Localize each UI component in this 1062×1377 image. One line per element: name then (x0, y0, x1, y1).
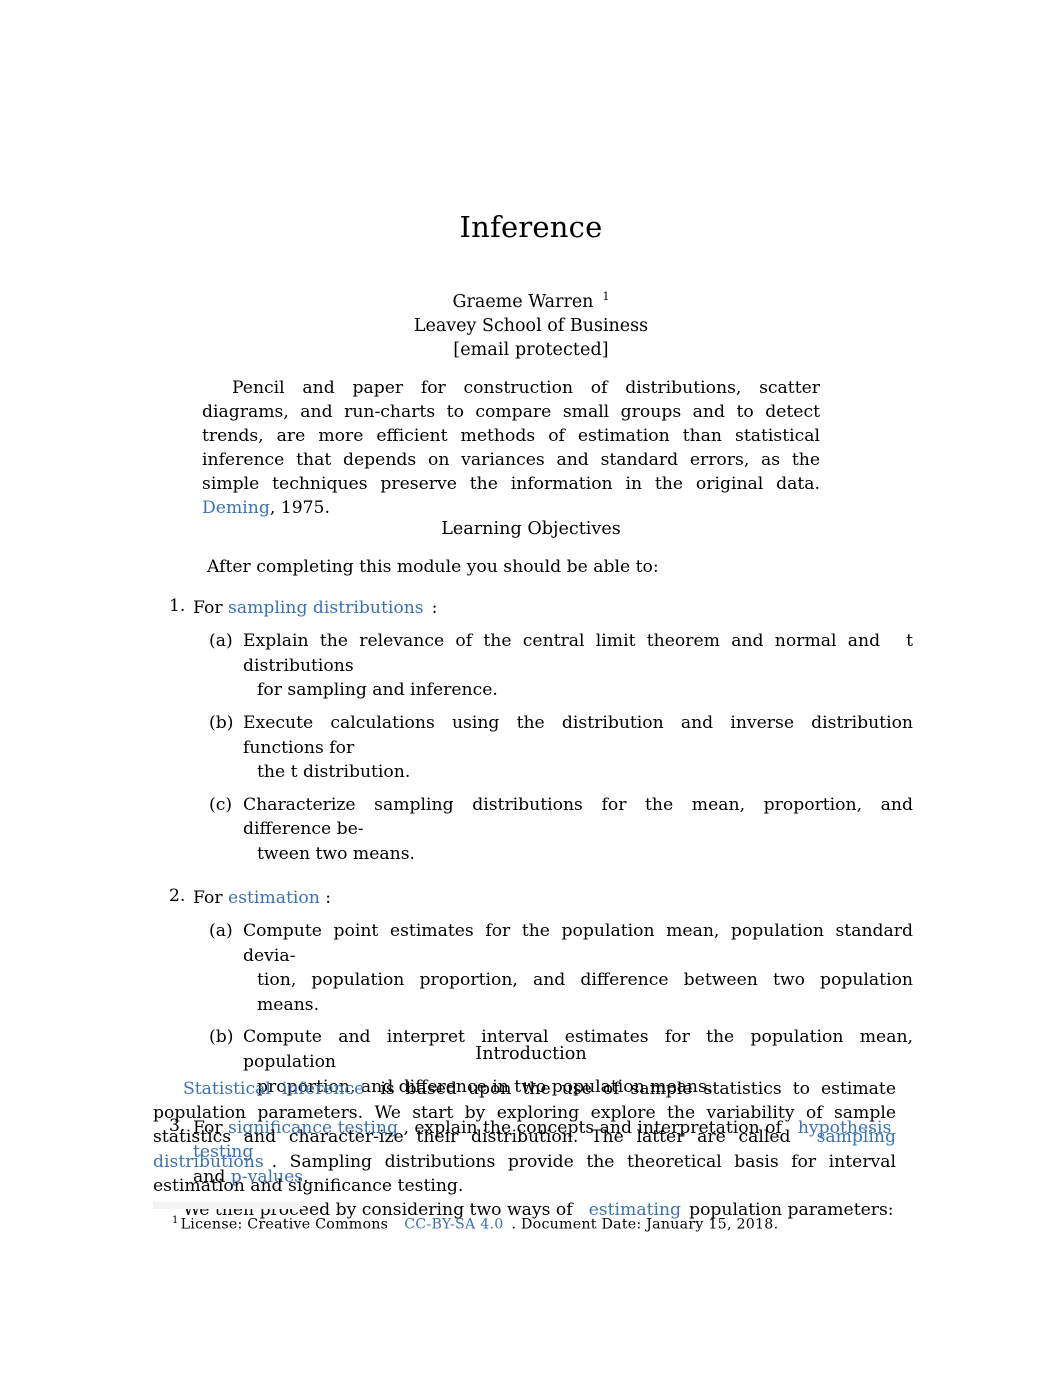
introduction-paragraph-1: Statistical inference is based upon the u… (153, 1077, 896, 1198)
lo-item-1-text: For sampling distributions: (193, 598, 437, 618)
lo-subitem-1a-continuation: for sampling and inference. (257, 680, 498, 701)
lo-subitem-1b-continuation: the t distribution. (243, 760, 913, 785)
abstract-block: Pencil and paper for construction of dis… (202, 376, 820, 521)
learning-objectives-lead-in: After completing this module you should … (207, 557, 659, 577)
document-page: Inference Graeme Warren 1 Leavey School o… (0, 0, 1062, 1377)
lo-item-2: 2. For estimation : (a) Compute point es… (153, 886, 913, 1099)
author-email: [email protected] (453, 340, 609, 361)
lo-subitem-1b-math: t (290, 762, 298, 783)
lo-item-2-prefix: For (193, 887, 223, 908)
lo-subitem-1b: (b) Execute calculations using the distr… (193, 711, 913, 785)
lo-item-2-text: For estimation : (193, 888, 331, 908)
footnote: 1 License: Creative Commons CC-BY-SA 4.0 . … (172, 1211, 778, 1235)
footnote-text-2: . Document Date: January 15, 2018. (511, 1216, 779, 1233)
footnote-text-1: License: Creative Commons (180, 1216, 389, 1233)
lo-subitem-1b-text: Execute calculations using the distribut… (243, 713, 913, 758)
lo-subitem-1c-text: Characterize sampling distributions for … (243, 794, 913, 840)
abstract-text: Pencil and paper for construction of dis… (202, 378, 820, 495)
lo-item-2-suffix: : (325, 887, 332, 908)
author-block: Graeme Warren 1 Leavey School of Business… (0, 285, 1062, 363)
link-statistical-inference[interactable]: Statistical inference (183, 1079, 364, 1099)
lo-subitem-1a-math: t (906, 631, 913, 652)
introduction-heading: Introduction (475, 1044, 587, 1064)
citation-year: , 1975. (269, 498, 330, 519)
lo-subitem-1a-marker: (a) (209, 631, 233, 652)
author-name: Graeme Warren (452, 291, 594, 312)
lo-subitem-2a: (a) Compute point estimates for the popu… (193, 919, 913, 1017)
lo-item-1-prefix: For (193, 598, 223, 618)
lo-subitem-2a-text: Compute point estimates for the populati… (243, 920, 913, 966)
lo-subitem-1b-marker: (b) (209, 713, 234, 734)
lo-subitem-1a: (a) Explain the relevance of the central… (193, 629, 913, 703)
lo-subitem-1a-text: Explain the relevance of the central lim… (243, 631, 881, 652)
lo-subitem-1b-cont-pre: the (257, 762, 286, 783)
lo-item-1-suffix: : (431, 598, 438, 618)
footnote-marker: 1 (172, 1215, 179, 1226)
lo-item-1: 1. For sampling distributions: (a) Expla… (153, 596, 913, 867)
lo-item-1-sublist: (a) Explain the relevance of the central… (193, 629, 913, 866)
lo-subitem-2a-continuation: tion, population proportion, and differe… (257, 970, 913, 1015)
link-sampling-distributions-1[interactable]: sampling distributions (228, 598, 424, 618)
author-affiliation: Leavey School of Business (413, 316, 649, 337)
page-title: Inference (459, 210, 603, 244)
author-footnote-marker: 1 (602, 290, 610, 303)
lo-subitem-2a-marker: (a) (209, 920, 233, 941)
lo-subitem-1a-text2: distributions (243, 655, 354, 676)
citation-link-deming[interactable]: Deming (202, 498, 270, 518)
lo-subitem-1b-cont-post: distribution. (303, 762, 411, 783)
link-cc-by-sa[interactable]: CC-BY-SA 4.0 (404, 1217, 503, 1233)
lo-item-1-marker: 1. (169, 596, 186, 616)
introduction-body: Statistical inference is based upon the u… (153, 1077, 896, 1222)
footnote-rule (153, 1202, 303, 1209)
lo-item-2-sublist: (a) Compute point estimates for the popu… (193, 919, 913, 1099)
lo-subitem-1c-continuation: tween two means. (257, 844, 415, 865)
lo-subitem-1c: (c) Characterize sampling distributions … (193, 793, 913, 867)
learning-objectives-heading: Learning Objectives (441, 519, 621, 539)
author-name-line: Graeme Warren 1 (0, 285, 1062, 314)
intro-p1-text-2: . Sampling distributions provide the the… (153, 1151, 896, 1196)
lo-subitem-1c-marker: (c) (209, 794, 233, 815)
link-estimation[interactable]: estimation (228, 888, 320, 908)
lo-item-2-marker: 2. (169, 885, 186, 906)
